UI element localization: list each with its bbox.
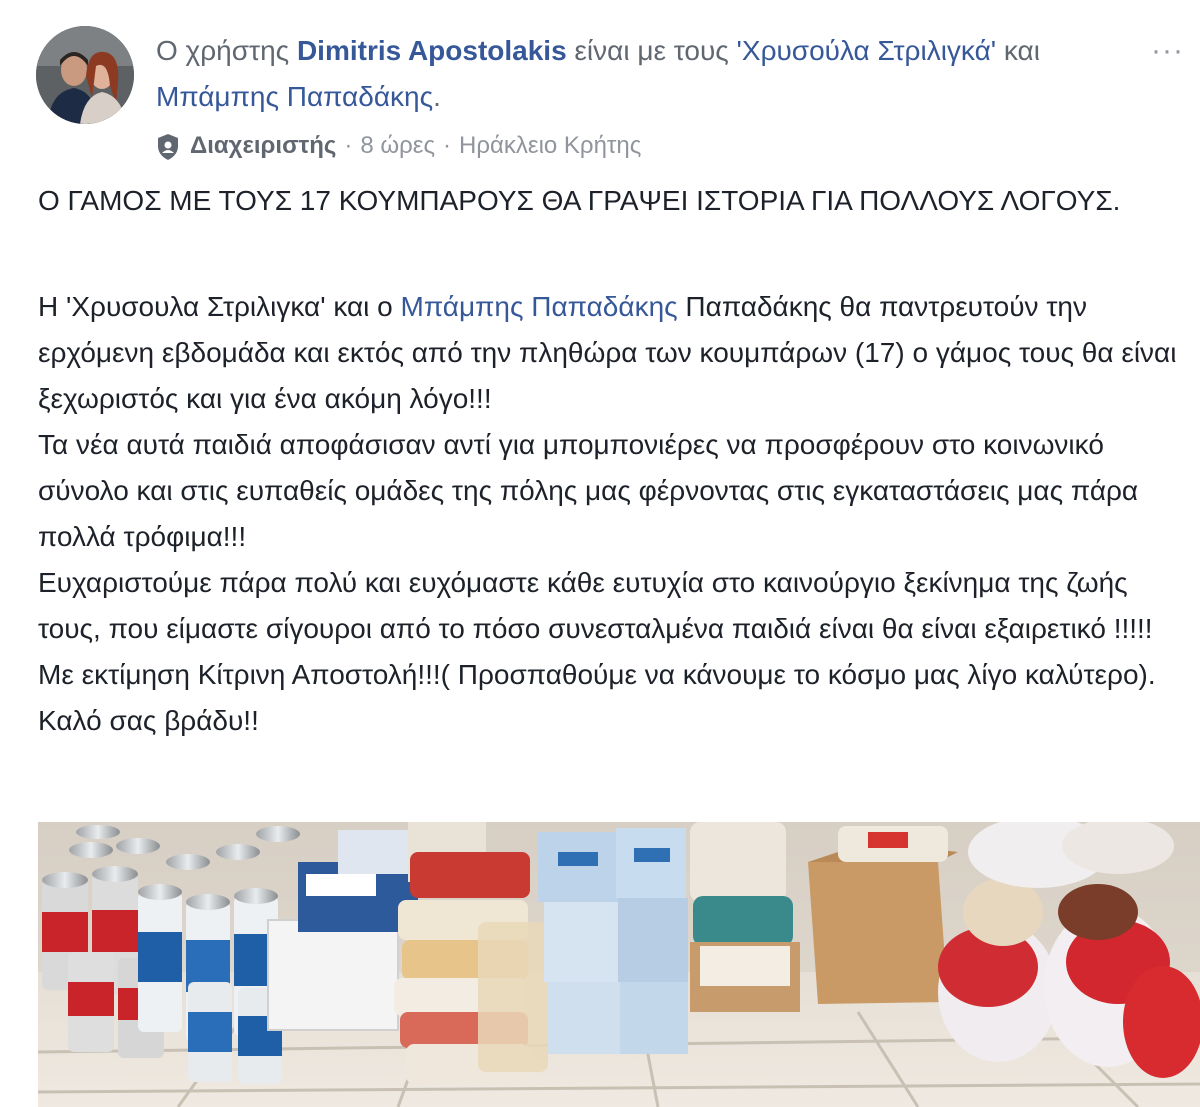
post-photo[interactable] [38, 822, 1200, 1107]
profile-avatar[interactable] [36, 26, 134, 124]
post-header: Ο χρήστης Dimitris Apostolakis είναι με … [156, 28, 1136, 120]
tagged-user-link-body[interactable]: Μπάμπης Παπαδάκης [401, 291, 678, 322]
paragraph-1: Η 'Χρυσουλα Στριλιγκα' και ο Μπάμπης Παπ… [38, 284, 1188, 422]
post-meta: Διαχειριστής · 8 ώρες · Ηράκλειο Κρήτης [156, 128, 641, 164]
paragraph-3: Ευχαριστούμε πάρα πολύ και ευχόμαστε κάθ… [38, 567, 1153, 644]
post-headline: Ο ΓΑΜΟΣ ΜΕ ΤΟΥΣ 17 ΚΟΥΜΠΑΡΟΥΣ ΘΑ ΓΡΑΨΕΙ … [38, 185, 1121, 216]
header-suffix: . [433, 81, 441, 112]
tagged-user-link-1[interactable]: 'Χρυσούλα Στριλιγκά' [737, 35, 997, 66]
post-body: Η 'Χρυσουλα Στριλιγκα' και ο Μπάμπης Παπ… [38, 284, 1188, 744]
author-link[interactable]: Dimitris Apostolakis [297, 35, 567, 66]
tagged-user-link-2[interactable]: Μπάμπης Παπαδάκης [156, 81, 433, 112]
facebook-post: ··· Ο χρήστης Dimitris Apostolakis είναι… [0, 0, 1200, 1107]
location-link[interactable]: Ηράκλειο Κρήτης [459, 132, 641, 160]
header-with-text: είναι με τους [566, 35, 737, 66]
paragraph-4: Με εκτίμηση Κίτρινη Αποστολή!!!( Προσπαθ… [38, 659, 1156, 736]
paragraph-2: Τα νέα αυτά παιδιά αποφάσισαν αντί για μ… [38, 429, 1139, 552]
admin-shield-icon [158, 134, 178, 160]
header-and-text: και [996, 35, 1040, 66]
avatar-photo [36, 26, 134, 124]
donated-food-photo [38, 822, 1200, 1107]
post-timestamp-link[interactable]: 8 ώρες [360, 132, 435, 160]
paragraph-1-start: Η 'Χρυσουλα Στριλιγκα' και ο [38, 291, 401, 322]
meta-separator: · [344, 132, 353, 159]
meta-separator: · [443, 132, 452, 159]
header-prefix: Ο χρήστης [156, 35, 297, 66]
post-options-menu-icon[interactable]: ··· [1151, 36, 1184, 66]
admin-role-label: Διαχειριστής [190, 132, 337, 159]
